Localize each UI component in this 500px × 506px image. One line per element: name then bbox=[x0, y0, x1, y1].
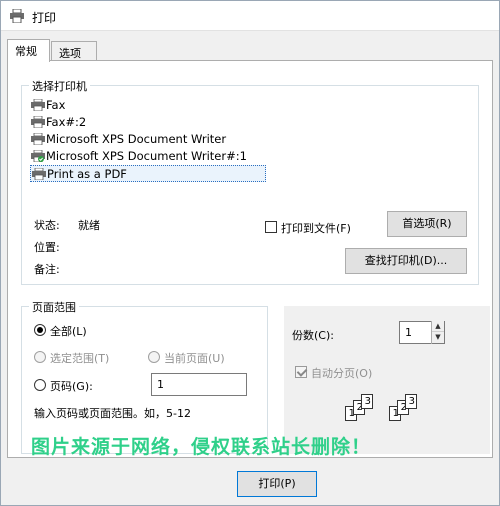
dialog-footer: 打印(P) bbox=[1, 461, 499, 505]
tab-general[interactable]: 常规 bbox=[7, 39, 50, 62]
print-dialog: 打印 常规 选项 选择打印机 Fax Fax#:2 Microsoft XPS … bbox=[0, 0, 500, 506]
title-bar: 打印 bbox=[1, 1, 499, 31]
collate-label: 自动分页(O) bbox=[311, 367, 373, 380]
copies-label: 份数(C): bbox=[292, 329, 334, 342]
printer-icon bbox=[32, 168, 46, 180]
find-printer-button[interactable]: 查找打印机(D)... bbox=[345, 248, 467, 274]
status-value: 就绪 bbox=[78, 219, 100, 232]
range-all-label: 全部(L) bbox=[50, 325, 87, 338]
preferences-button[interactable]: 首选项(R) bbox=[387, 211, 467, 237]
tab-options[interactable]: 选项 bbox=[51, 41, 97, 61]
printer-name: Microsoft XPS Document Writer bbox=[46, 132, 227, 146]
default-printer-icon bbox=[31, 150, 45, 162]
range-pages-label: 页码(G): bbox=[50, 380, 93, 393]
chevron-up-icon[interactable]: ▲ bbox=[432, 321, 444, 332]
printer-item-fax-2[interactable]: Fax#:2 bbox=[30, 114, 280, 131]
page-range-label: 页面范围 bbox=[29, 299, 79, 315]
range-selection-label: 选定范围(T) bbox=[50, 352, 110, 365]
printer-item-fax[interactable]: Fax bbox=[30, 97, 280, 114]
printer-icon bbox=[10, 9, 24, 23]
range-selection-radio[interactable] bbox=[34, 351, 46, 363]
copies-spinner[interactable]: ▲ ▼ bbox=[431, 321, 444, 344]
printer-list[interactable]: Fax Fax#:2 Microsoft XPS Document Writer… bbox=[30, 97, 280, 182]
range-current-page-label: 当前页面(U) bbox=[164, 352, 225, 365]
printer-icon bbox=[31, 99, 45, 111]
range-current-page-radio[interactable] bbox=[148, 351, 160, 363]
printer-item-print-as-pdf[interactable]: Print as a PDF bbox=[30, 165, 266, 182]
printer-icon bbox=[31, 133, 45, 145]
printer-icon bbox=[31, 116, 45, 128]
window-title: 打印 bbox=[32, 11, 57, 25]
range-pages-radio[interactable] bbox=[34, 379, 46, 391]
printer-name: Fax bbox=[46, 98, 66, 112]
range-all-radio[interactable] bbox=[34, 324, 46, 336]
printer-item-xps-1[interactable]: Microsoft XPS Document Writer#:1 bbox=[30, 148, 280, 165]
printer-group-label: 选择打印机 bbox=[29, 78, 90, 94]
collate-checkbox[interactable] bbox=[295, 366, 307, 378]
print-to-file-label: 打印到文件(F) bbox=[281, 222, 351, 235]
chevron-down-icon[interactable]: ▼ bbox=[432, 332, 444, 343]
page-range-hint: 输入页码或页面范围。如，5-12 bbox=[34, 407, 191, 420]
watermark-text: 图片来源于网络，侵权联系站长删除！ bbox=[31, 436, 372, 458]
pages-input[interactable]: 1 bbox=[151, 373, 247, 396]
printer-name: Print as a PDF bbox=[47, 167, 127, 181]
collate-page-icon: 3 bbox=[405, 394, 417, 409]
printer-name: Fax#:2 bbox=[46, 115, 87, 129]
location-label: 位置: bbox=[34, 241, 60, 254]
print-button[interactable]: 打印(P) bbox=[237, 471, 317, 497]
printer-item-xps[interactable]: Microsoft XPS Document Writer bbox=[30, 131, 280, 148]
status-label: 状态: bbox=[34, 219, 60, 232]
printer-name: Microsoft XPS Document Writer#:1 bbox=[46, 149, 247, 163]
comment-label: 备注: bbox=[34, 263, 60, 276]
general-panel: 选择打印机 Fax Fax#:2 Microsoft XPS Document … bbox=[7, 60, 493, 458]
collate-page-icon: 3 bbox=[361, 394, 373, 409]
print-to-file-checkbox[interactable] bbox=[265, 221, 277, 233]
